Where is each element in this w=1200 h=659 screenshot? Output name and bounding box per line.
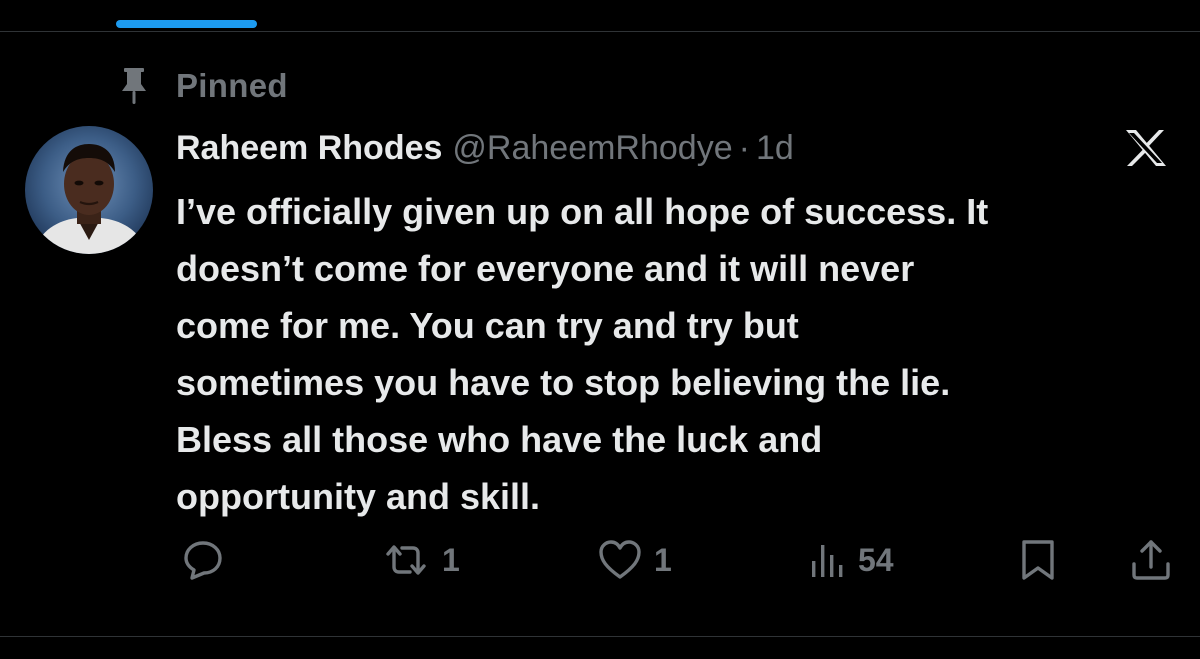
avatar[interactable] — [25, 126, 153, 254]
author-name[interactable]: Raheem Rhodes — [176, 129, 442, 168]
reply-icon — [180, 537, 226, 583]
heart-icon — [596, 537, 644, 583]
tweet-text-line: doesn’t come for everyone and it will ne… — [176, 248, 915, 289]
retweet-button[interactable]: 1 — [380, 534, 460, 586]
pinned-label: Pinned — [176, 67, 288, 104]
tweet-text-line: opportunity and skill. — [176, 476, 541, 517]
pinned-indicator: Pinned — [118, 66, 288, 106]
tweet-header: Raheem Rhodes @RaheemRhodye · 1d — [176, 124, 794, 172]
tweet-text-line: sometimes you have to stop believing the… — [176, 362, 951, 403]
x-logo-icon — [1122, 128, 1170, 168]
views-count: 54 — [858, 541, 894, 578]
tweet-timestamp[interactable]: 1d — [756, 129, 794, 168]
author-handle[interactable]: @RaheemRhodye — [452, 129, 732, 168]
bookmark-button[interactable] — [1016, 534, 1060, 586]
bookmark-icon — [1016, 537, 1060, 583]
views-icon — [808, 537, 848, 583]
header-separator: · — [738, 128, 750, 167]
active-tab-indicator — [116, 20, 257, 28]
top-divider — [0, 31, 1200, 32]
views-button[interactable]: 54 — [808, 534, 894, 586]
retweet-icon — [380, 537, 432, 583]
tweet-text-line: Bless all those who have the luck and — [176, 419, 823, 460]
tweet-text-line: I’ve officially given up on all hope of … — [176, 191, 989, 232]
like-button[interactable]: 1 — [596, 534, 672, 586]
tweet-actions-bar: 1 1 54 — [0, 534, 1200, 586]
tweet-text: I’ve officially given up on all hope of … — [176, 183, 1176, 525]
share-button[interactable] — [1128, 534, 1174, 586]
bottom-divider — [0, 636, 1200, 637]
reply-button[interactable] — [180, 534, 226, 586]
like-count: 1 — [654, 541, 672, 578]
tweet-text-line: come for me. You can try and try but — [176, 305, 799, 346]
share-icon — [1128, 537, 1174, 583]
retweet-count: 1 — [442, 541, 460, 578]
pin-icon — [118, 67, 150, 105]
